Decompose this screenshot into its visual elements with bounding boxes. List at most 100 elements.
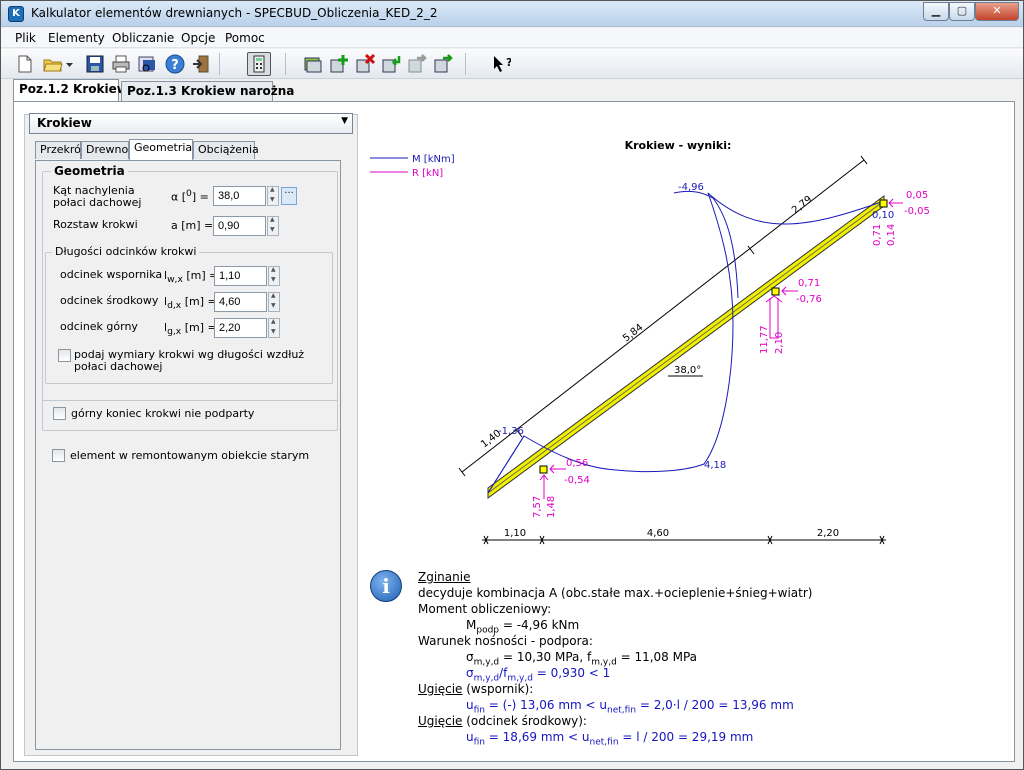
tab-obciazenia[interactable]: Obciążenia: [193, 141, 259, 159]
slope-spinner[interactable]: [267, 186, 279, 206]
info-line10-b: = 18,69 mm < u: [484, 730, 590, 744]
slope-dim-2: 5,84: [621, 322, 645, 344]
svg-text:?: ?: [506, 56, 511, 69]
slope-symbol-text: α [: [171, 190, 187, 204]
tab-drewno[interactable]: Drewno: [81, 141, 129, 159]
element-type-value: Krokiew: [37, 116, 92, 130]
top-unsupported-checkbox[interactable]: [53, 407, 66, 420]
minimize-button[interactable]: ▁: [923, 2, 949, 21]
legend-r: R [kN]: [412, 168, 443, 179]
upper-spinner[interactable]: [268, 318, 280, 338]
slope-symbol: α [0] =: [171, 188, 209, 204]
tab-przekroj[interactable]: Przekrój: [35, 141, 84, 159]
reaction-top-1: 0,05: [906, 190, 928, 201]
print-icon[interactable]: [111, 54, 131, 74]
along-slope-label: podaj wymiary krokwi wg długości wzdłuż …: [74, 348, 305, 373]
reaction-top-v1: 0,71: [872, 224, 883, 246]
renovated-checkbox[interactable]: [52, 449, 65, 462]
menu-obliczanie[interactable]: Obliczanie: [112, 31, 174, 45]
add-element-icon[interactable]: [303, 54, 323, 74]
upper-input[interactable]: [214, 318, 267, 338]
tab-geometria[interactable]: Geometria: [129, 139, 193, 160]
exit-icon[interactable]: [191, 54, 211, 74]
dropdown-arrow-icon[interactable]: [65, 54, 75, 74]
middle-unit: [m] =: [184, 295, 217, 308]
chevron-down-icon: ▼: [341, 116, 348, 126]
upper-symbol-sub: g,x: [167, 326, 182, 338]
tab-poz-1-3[interactable]: Poz.1.3 Krokiew narożna: [121, 81, 294, 101]
tab-poz-1-2[interactable]: Poz.1.2 Krokiew: [13, 79, 128, 101]
results-diagram: Krokiew - wyniki: M [kNm] R [kN] 1,40 5,…: [370, 139, 930, 545]
info-icon: i: [370, 570, 402, 602]
close-button[interactable]: ✕: [975, 2, 1019, 21]
info-line7-u: Ugięcie: [418, 682, 463, 696]
along-slope-checkbox[interactable]: [58, 349, 71, 362]
info-line10-sub2: net,fin: [589, 737, 619, 748]
moment-label-mid: 4,18: [704, 460, 726, 471]
import-element-icon[interactable]: [381, 54, 401, 74]
menu-plik[interactable]: Plik: [15, 31, 36, 45]
spacing-label: Rozstaw krokwi: [53, 218, 138, 231]
document-page: Krokiew ▼ Przekrój Drewno Geometria Obci…: [13, 101, 1015, 762]
info-line3-a: M: [466, 618, 477, 632]
menu-opcje[interactable]: Opcje: [181, 31, 215, 45]
info-line5-c: = 11,08 MPa: [616, 650, 698, 664]
info-line8: ufin = (-) 13,06 mm < unet,fin = 2,0·l /…: [466, 698, 794, 715]
cantilever-symbol: lw,x [m] =: [164, 269, 218, 285]
add-element-green-icon[interactable]: [329, 54, 349, 74]
support-middle: [771, 287, 780, 296]
spacing-input[interactable]: [213, 216, 266, 236]
middle-spinner[interactable]: [268, 292, 280, 312]
geometry-group-title: Geometria: [51, 164, 128, 178]
maximize-button[interactable]: ▢: [949, 2, 975, 21]
info-line8-b: = (-) 13,06 mm < u: [484, 698, 608, 712]
reaction-top-v2: 0,14: [886, 224, 897, 246]
reaction-middle-v1: 11,77: [759, 325, 770, 354]
calculator-icon[interactable]: [247, 52, 271, 76]
delete-element-icon[interactable]: [355, 53, 376, 74]
info-line8-sub2: net,fin: [607, 705, 637, 716]
slope-picker-button[interactable]: ···: [281, 187, 297, 205]
info-line9-u: Ugięcie: [418, 714, 463, 728]
title-bar: K Kalkulator elementów drewnianych - SPE…: [1, 1, 1023, 27]
cantilever-input[interactable]: [214, 266, 267, 286]
slope-symbol-end: ] =: [191, 190, 209, 204]
info-line7: Ugięcie (wspornik):: [418, 682, 533, 696]
info-line1: decyduje kombinacja A (obc.stałe max.+oc…: [418, 586, 813, 600]
moment-label-end: 0,10: [872, 210, 894, 221]
context-help-icon[interactable]: ?: [491, 54, 512, 74]
reaction-lower-2: -0,54: [564, 475, 590, 486]
new-file-icon[interactable]: [15, 54, 35, 74]
cantilever-spinner[interactable]: [268, 266, 280, 286]
support-lower: [539, 465, 548, 474]
print-preview-icon[interactable]: [137, 54, 157, 74]
spacing-spinner[interactable]: [267, 216, 279, 236]
reaction-top-h-arrow: [888, 198, 903, 208]
info-line2: Moment obliczeniowy:: [418, 602, 552, 616]
input-panel: Krokiew ▼ Przekrój Drewno Geometria Obci…: [24, 113, 358, 756]
info-line6-a: σ: [466, 666, 474, 680]
menu-pomoc[interactable]: Pomoc: [225, 31, 265, 45]
info-line7-rest: (wspornik):: [462, 682, 534, 696]
middle-label: odcinek środkowy: [60, 294, 159, 307]
export-element-icon[interactable]: [407, 54, 427, 74]
top-unsupported-label: górny koniec krokwi nie podparty: [71, 407, 255, 420]
menu-elementy[interactable]: Elementy: [48, 31, 105, 45]
element-type-select[interactable]: Krokiew ▼: [29, 113, 353, 134]
save-icon[interactable]: [85, 54, 105, 74]
upper-symbol: lg,x [m] =: [164, 321, 217, 337]
open-folder-icon[interactable]: [43, 54, 63, 74]
info-line10-sub1: fin: [473, 737, 485, 748]
lengths-group-title: Długości odcinków krokwi: [52, 245, 200, 258]
help-icon[interactable]: ?: [165, 54, 185, 74]
export-element-2-icon[interactable]: [433, 54, 453, 74]
reaction-lower-v2: 1,48: [546, 496, 557, 518]
info-line5-a: σ: [466, 650, 474, 664]
middle-input[interactable]: [214, 292, 267, 312]
cantilever-symbol-sub: w,x: [167, 274, 183, 286]
slope-input[interactable]: [213, 186, 266, 206]
geometry-page: Geometria Kąt nachylenia połaci dachowej…: [35, 160, 341, 750]
info-line6-c: = 0,930 < 1: [532, 666, 611, 680]
reaction-middle-v2: 2,10: [774, 332, 785, 354]
reaction-lower-arrow: [539, 474, 549, 499]
